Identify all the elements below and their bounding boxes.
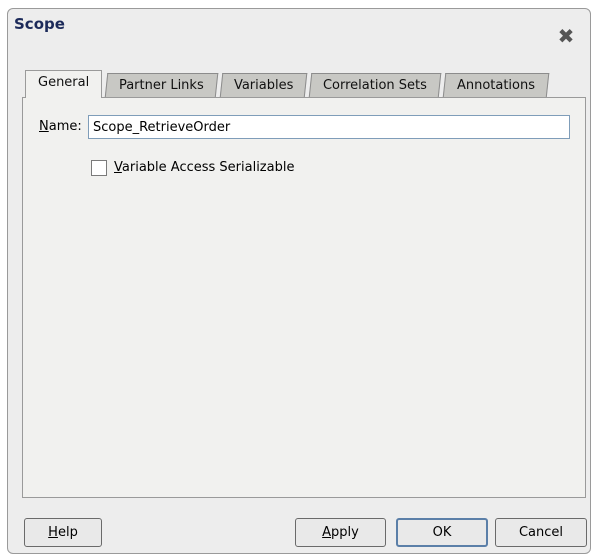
help-text: elp — [57, 525, 78, 540]
name-field[interactable] — [88, 115, 570, 139]
tab-variables-label: Variables — [233, 78, 294, 93]
variable-access-serializable-label[interactable]: Variable Access Serializable — [114, 160, 294, 175]
cancel-button[interactable]: Cancel — [495, 518, 587, 547]
checkbox-label-mnemonic: V — [114, 160, 122, 175]
tab-annotations[interactable]: Annotations — [443, 73, 550, 98]
apply-text: pply — [331, 525, 359, 540]
variable-access-serializable-checkbox[interactable] — [91, 160, 107, 176]
close-icon[interactable]: ✖ — [554, 25, 578, 47]
tab-general[interactable]: General — [25, 70, 103, 98]
name-label-mnemonic: N — [39, 119, 49, 134]
tab-correlation-sets[interactable]: Correlation Sets — [309, 73, 442, 98]
tab-partner-links-label: Partner Links — [119, 78, 204, 93]
dialog-title: Scope — [14, 15, 65, 33]
tab-bar: General Partner Links Variables Correlat… — [25, 70, 552, 98]
help-mnemonic: H — [48, 525, 58, 540]
tab-variables[interactable]: Variables — [219, 73, 308, 98]
ok-button[interactable]: OK — [396, 518, 488, 547]
apply-button[interactable]: Apply — [295, 518, 386, 547]
name-label: Name: — [39, 119, 82, 134]
help-button[interactable]: Help — [24, 518, 102, 547]
apply-mnemonic: A — [322, 525, 332, 540]
name-label-text: ame: — [48, 119, 82, 134]
tab-partner-links[interactable]: Partner Links — [104, 73, 219, 98]
checkbox-label-text: ariable Access Serializable — [121, 160, 295, 175]
tab-annotations-label: Annotations — [457, 78, 536, 93]
general-panel — [22, 97, 586, 498]
tab-correlation-sets-label: Correlation Sets — [323, 78, 428, 93]
tab-general-label: General — [38, 75, 90, 90]
